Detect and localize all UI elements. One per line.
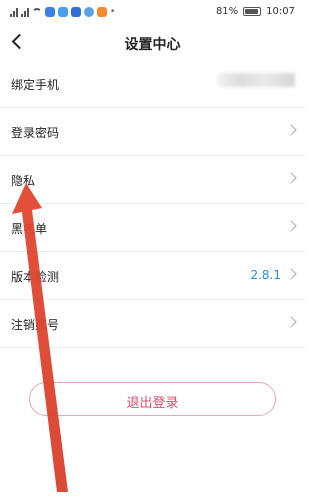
- more-notifications-icon: •: [110, 7, 116, 17]
- settings-item-login-password[interactable]: 登录密码: [0, 108, 305, 156]
- masked-phone-number: [217, 73, 295, 87]
- signal-icon: [21, 7, 29, 17]
- settings-item-label: 绑定手机: [11, 78, 60, 92]
- settings-item-version-check[interactable]: 版本检测 2.8.1: [0, 252, 305, 300]
- status-icons-left: •: [10, 7, 115, 17]
- app-notification-icon: [71, 7, 81, 17]
- settings-item-bind-phone[interactable]: 绑定手机: [0, 60, 305, 108]
- page-title: 设置中心: [124, 37, 181, 53]
- status-icons-right: 81% 10:07: [216, 6, 295, 17]
- settings-item-privacy[interactable]: 隐私: [0, 156, 305, 204]
- settings-item-label: 版本检测: [11, 270, 60, 284]
- app-notification-icon: [84, 7, 94, 17]
- app-notification-icon: [97, 7, 107, 17]
- settings-item-label: 黑名单: [11, 222, 48, 236]
- settings-item-label: 注销账号: [11, 318, 60, 332]
- version-number: 2.8.1: [250, 268, 281, 282]
- battery-icon: [243, 7, 262, 16]
- clock: 10:07: [266, 6, 295, 17]
- chevron-right-icon: [285, 316, 297, 328]
- chevron-right-icon: [285, 124, 297, 136]
- battery-percent: 81%: [215, 6, 239, 17]
- logout-label: 退出登录: [126, 396, 179, 411]
- signal-icon: [10, 7, 18, 17]
- wifi-icon: [32, 8, 42, 16]
- navigation-bar: 设置中心: [0, 26, 305, 60]
- chevron-right-icon: [285, 220, 297, 232]
- settings-item-cancel-account[interactable]: 注销账号: [0, 300, 305, 348]
- app-notification-icon: [45, 7, 55, 17]
- status-bar: • 81% 10:07: [0, 0, 305, 26]
- chevron-right-icon: [285, 268, 297, 280]
- settings-item-label: 隐私: [11, 174, 36, 188]
- settings-item-label: 登录密码: [11, 126, 60, 140]
- settings-item-blacklist[interactable]: 黑名单: [0, 204, 305, 252]
- logout-button[interactable]: 退出登录: [29, 382, 276, 416]
- chevron-right-icon: [285, 172, 297, 184]
- app-notification-icon: [58, 7, 68, 17]
